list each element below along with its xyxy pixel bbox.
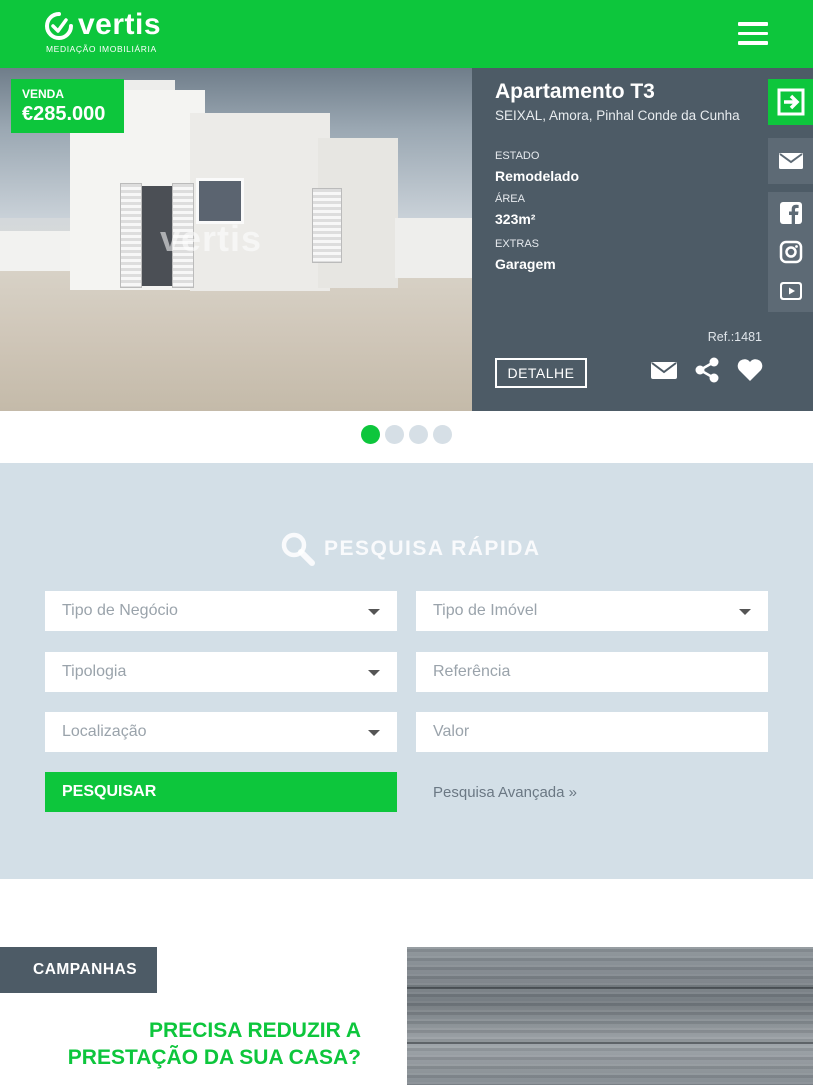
logo-wordmark: vertis	[78, 8, 162, 41]
business-type-select[interactable]: Tipo de Negócio	[45, 591, 397, 631]
attr-label-area: ÁREA	[495, 193, 525, 205]
share-icon[interactable]	[693, 356, 721, 384]
contact-mail-button[interactable]	[768, 138, 813, 184]
carousel-dot-2[interactable]	[385, 425, 404, 444]
side-rail	[768, 68, 813, 411]
chevron-down-icon	[739, 609, 751, 615]
carousel-dot-1[interactable]	[361, 425, 380, 444]
reference-placeholder: Referência	[433, 663, 511, 680]
attr-value-extras: Garagem	[495, 256, 556, 272]
campaigns-tag: CAMPANHAS	[0, 947, 157, 993]
listing-location: SEIXAL, Amora, Pinhal Conde da Cunha	[495, 108, 740, 123]
attr-value-area: 323m²	[495, 211, 536, 227]
carousel-dot-4[interactable]	[433, 425, 452, 444]
carousel-pagination	[361, 425, 457, 444]
quick-search-heading: PESQUISA RÁPIDA	[280, 531, 541, 567]
instagram-icon[interactable]	[779, 240, 803, 264]
reference-input[interactable]: Referência	[416, 652, 768, 692]
attr-label-extras: EXTRAS	[495, 238, 540, 250]
property-type-placeholder: Tipo de Imóvel	[433, 602, 538, 619]
logo-tagline: MEDIAÇÃO IMOBILIÁRIA	[46, 44, 157, 54]
quick-search-section: PESQUISA RÁPIDA Tipo de Negócio Tipo de …	[0, 463, 813, 879]
site-header: vertis MEDIAÇÃO IMOBILIÁRIA	[0, 0, 813, 68]
campaign-headline[interactable]: PRECISA REDUZIR A PRESTAÇÃO DA SUA CASA?	[68, 1017, 361, 1071]
listing-price: €285.000	[22, 103, 106, 125]
login-arrow-icon	[777, 88, 804, 116]
search-icon	[281, 532, 315, 566]
business-type-placeholder: Tipo de Negócio	[62, 602, 178, 619]
price-badge: VENDA €285.000	[11, 79, 124, 133]
chevron-down-icon	[368, 670, 380, 676]
listing-info-panel: Apartamento T3 SEIXAL, Amora, Pinhal Con…	[472, 68, 768, 411]
photo-watermark: vertis	[160, 218, 263, 259]
youtube-icon[interactable]	[779, 279, 803, 303]
chevron-down-icon	[368, 609, 380, 615]
campaign-image[interactable]	[407, 947, 813, 1085]
carousel-dot-3[interactable]	[409, 425, 428, 444]
property-type-select[interactable]: Tipo de Imóvel	[416, 591, 768, 631]
campaign-headline-line2: PRESTAÇÃO DA SUA CASA?	[67, 1046, 361, 1069]
heart-icon[interactable]	[736, 356, 764, 384]
chevron-down-icon	[368, 730, 380, 736]
attr-value-estado: Remodelado	[495, 168, 580, 184]
hamburger-menu-icon[interactable]	[738, 22, 770, 46]
price-placeholder: Valor	[433, 723, 470, 740]
listing-reference: Ref.:1481	[707, 330, 762, 344]
location-select[interactable]: Localização	[45, 712, 397, 752]
listing-photo[interactable]: vertis VENDA €285.000	[0, 68, 472, 411]
featured-listing: vertis VENDA €285.000 Apartamento T3 SEI…	[0, 68, 813, 411]
envelope-icon	[778, 153, 803, 169]
location-placeholder: Localização	[62, 723, 147, 740]
search-button[interactable]: PESQUISAR	[45, 772, 397, 812]
listing-title[interactable]: Apartamento T3	[495, 80, 655, 104]
social-links	[768, 192, 813, 312]
advanced-search-link[interactable]: Pesquisa Avançada »	[433, 784, 577, 801]
typology-select[interactable]: Tipologia	[45, 652, 397, 692]
typology-placeholder: Tipologia	[62, 663, 127, 680]
login-button[interactable]	[768, 79, 813, 125]
envelope-icon[interactable]	[650, 356, 678, 384]
attr-label-estado: ESTADO	[495, 150, 540, 162]
quick-search-title: PESQUISA RÁPIDA	[324, 537, 541, 560]
facebook-icon[interactable]	[779, 201, 803, 225]
campaign-headline-line1: PRECISA REDUZIR A	[149, 1019, 361, 1042]
site-logo[interactable]: vertis MEDIAÇÃO IMOBILIÁRIA	[44, 8, 162, 54]
logo-swirl-icon	[45, 12, 73, 40]
listing-type: VENDA	[22, 87, 65, 101]
detail-button[interactable]: DETALHE	[495, 358, 587, 388]
price-input[interactable]: Valor	[416, 712, 768, 752]
